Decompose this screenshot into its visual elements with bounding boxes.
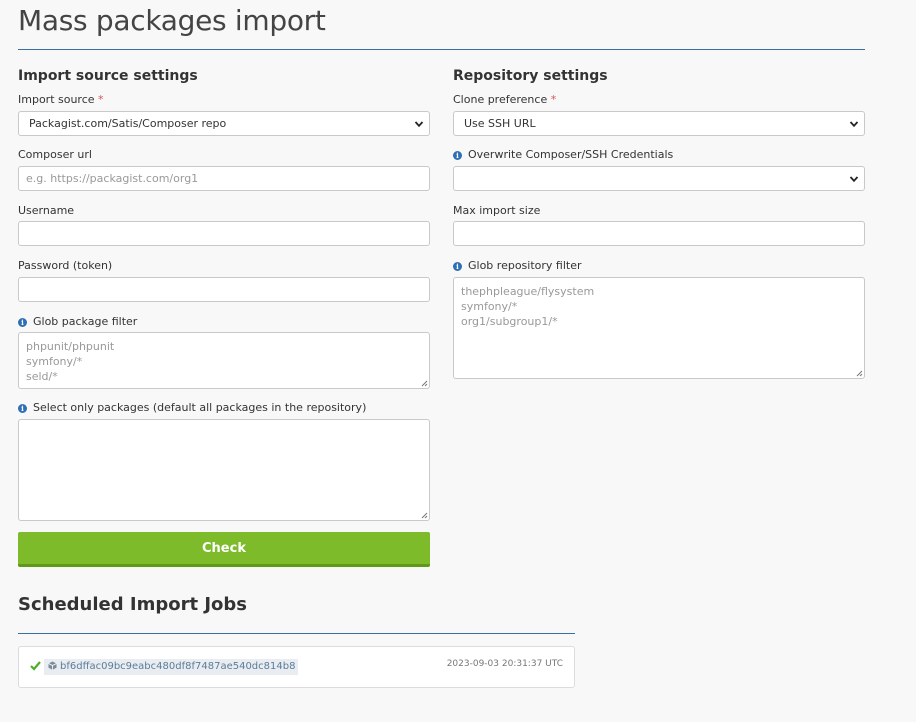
composer-url-label: Composer url — [18, 148, 92, 161]
import-source-select[interactable]: Packagist.com/Satis/Composer repo — [18, 111, 430, 136]
resize-handle-icon[interactable] — [420, 511, 428, 519]
placeholder-line: symfony/* — [461, 300, 518, 313]
repository-settings: Repository settings Clone preference * U… — [453, 68, 865, 379]
placeholder-line: seld/* — [26, 370, 58, 383]
repository-settings-heading: Repository settings — [453, 68, 608, 84]
select-packages-label: i Select only packages (default all packa… — [18, 401, 366, 414]
jobs-divider — [18, 633, 575, 634]
select-packages-textarea[interactable] — [18, 419, 430, 521]
import-source-label-text: Import source — [18, 93, 95, 106]
scheduled-jobs-heading: Scheduled Import Jobs — [18, 594, 247, 615]
job-timestamp: 2023-09-03 20:31:37 UTC — [446, 659, 563, 669]
import-source-heading: Import source settings — [18, 68, 198, 84]
required-marker: * — [98, 93, 104, 106]
import-source-settings: Import source settings Import source * P… — [18, 68, 430, 521]
max-import-size-label: Max import size — [453, 204, 541, 217]
title-divider — [18, 49, 865, 50]
package-cube-icon — [48, 661, 57, 670]
chevron-down-icon — [849, 176, 859, 183]
glob-repository-filter-textarea[interactable]: thephpleague/flysystem symfony/* org1/su… — [453, 277, 865, 379]
composer-url-input[interactable]: e.g. https://packagist.com/org1 — [18, 166, 430, 191]
chevron-down-icon — [849, 121, 859, 128]
glob-package-filter-label: i Glob package filter — [18, 315, 137, 328]
placeholder-line: phpunit/phpunit — [26, 340, 115, 353]
chevron-down-icon — [414, 121, 424, 128]
max-import-size-input[interactable] — [453, 221, 865, 246]
glob-package-filter-textarea[interactable]: phpunit/phpunit symfony/* seld/* — [18, 332, 430, 389]
composer-url-placeholder: e.g. https://packagist.com/org1 — [26, 172, 199, 185]
username-input[interactable] — [18, 221, 430, 246]
username-label: Username — [18, 204, 75, 217]
glob-package-filter-label-text: Glob package filter — [33, 315, 138, 328]
clone-preference-label: Clone preference * — [453, 93, 556, 106]
password-label: Password (token) — [18, 259, 113, 272]
overwrite-credentials-label-text: Overwrite Composer/SSH Credentials — [468, 148, 674, 161]
password-input[interactable] — [18, 277, 430, 302]
resize-handle-icon[interactable] — [855, 369, 863, 377]
check-button[interactable]: Check — [18, 532, 430, 567]
info-icon[interactable]: i — [18, 318, 27, 327]
required-marker: * — [550, 93, 557, 106]
info-icon[interactable]: i — [453, 262, 462, 271]
placeholder-line: thephpleague/flysystem — [461, 285, 595, 298]
clone-preference-selected-value: Use SSH URL — [464, 117, 536, 130]
info-icon[interactable]: i — [453, 151, 462, 160]
glob-repository-filter-label: i Glob repository filter — [453, 259, 582, 272]
job-id-text: bf6dffac09bc9eabc480df8f7487ae540dc814b8 — [60, 661, 296, 672]
info-icon[interactable]: i — [18, 404, 27, 413]
resize-handle-icon[interactable] — [420, 379, 428, 387]
checkmark-icon — [30, 661, 41, 671]
import-source-selected-value: Packagist.com/Satis/Composer repo — [29, 117, 227, 130]
overwrite-credentials-label: i Overwrite Composer/SSH Credentials — [453, 148, 673, 161]
clone-preference-label-text: Clone preference — [453, 93, 548, 106]
placeholder-line: symfony/* — [26, 355, 83, 368]
clone-preference-select[interactable]: Use SSH URL — [453, 111, 865, 136]
job-item: bf6dffac09bc9eabc480df8f7487ae540dc814b8… — [18, 646, 575, 688]
placeholder-line: org1/subgroup1/* — [461, 315, 558, 328]
import-source-label: Import source * — [18, 93, 104, 106]
glob-repository-filter-label-text: Glob repository filter — [468, 259, 582, 272]
overwrite-credentials-select[interactable] — [453, 166, 865, 191]
page-title: Mass packages import — [18, 4, 326, 37]
select-packages-label-text: Select only packages (default all packag… — [33, 401, 367, 414]
job-id-link[interactable]: bf6dffac09bc9eabc480df8f7487ae540dc814b8 — [44, 659, 299, 675]
